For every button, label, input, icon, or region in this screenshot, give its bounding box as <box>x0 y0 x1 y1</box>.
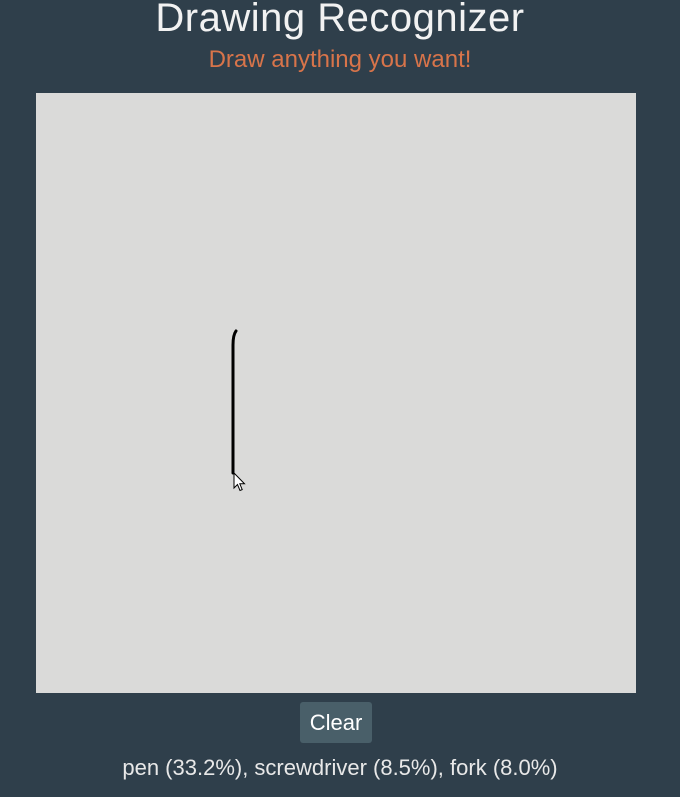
app-root: Drawing Recognizer Draw anything you wan… <box>0 0 680 797</box>
clear-button[interactable]: Clear <box>300 702 372 743</box>
page-subtitle: Draw anything you want! <box>208 46 472 73</box>
drawing-canvas[interactable] <box>36 93 636 693</box>
mouse-pointer-icon <box>233 471 246 492</box>
drawn-stroke <box>231 329 238 475</box>
prediction-results: pen (33.2%), screwdriver (8.5%), fork (8… <box>122 755 558 780</box>
page-title: Drawing Recognizer <box>155 0 525 40</box>
drawing-surface <box>231 329 246 492</box>
